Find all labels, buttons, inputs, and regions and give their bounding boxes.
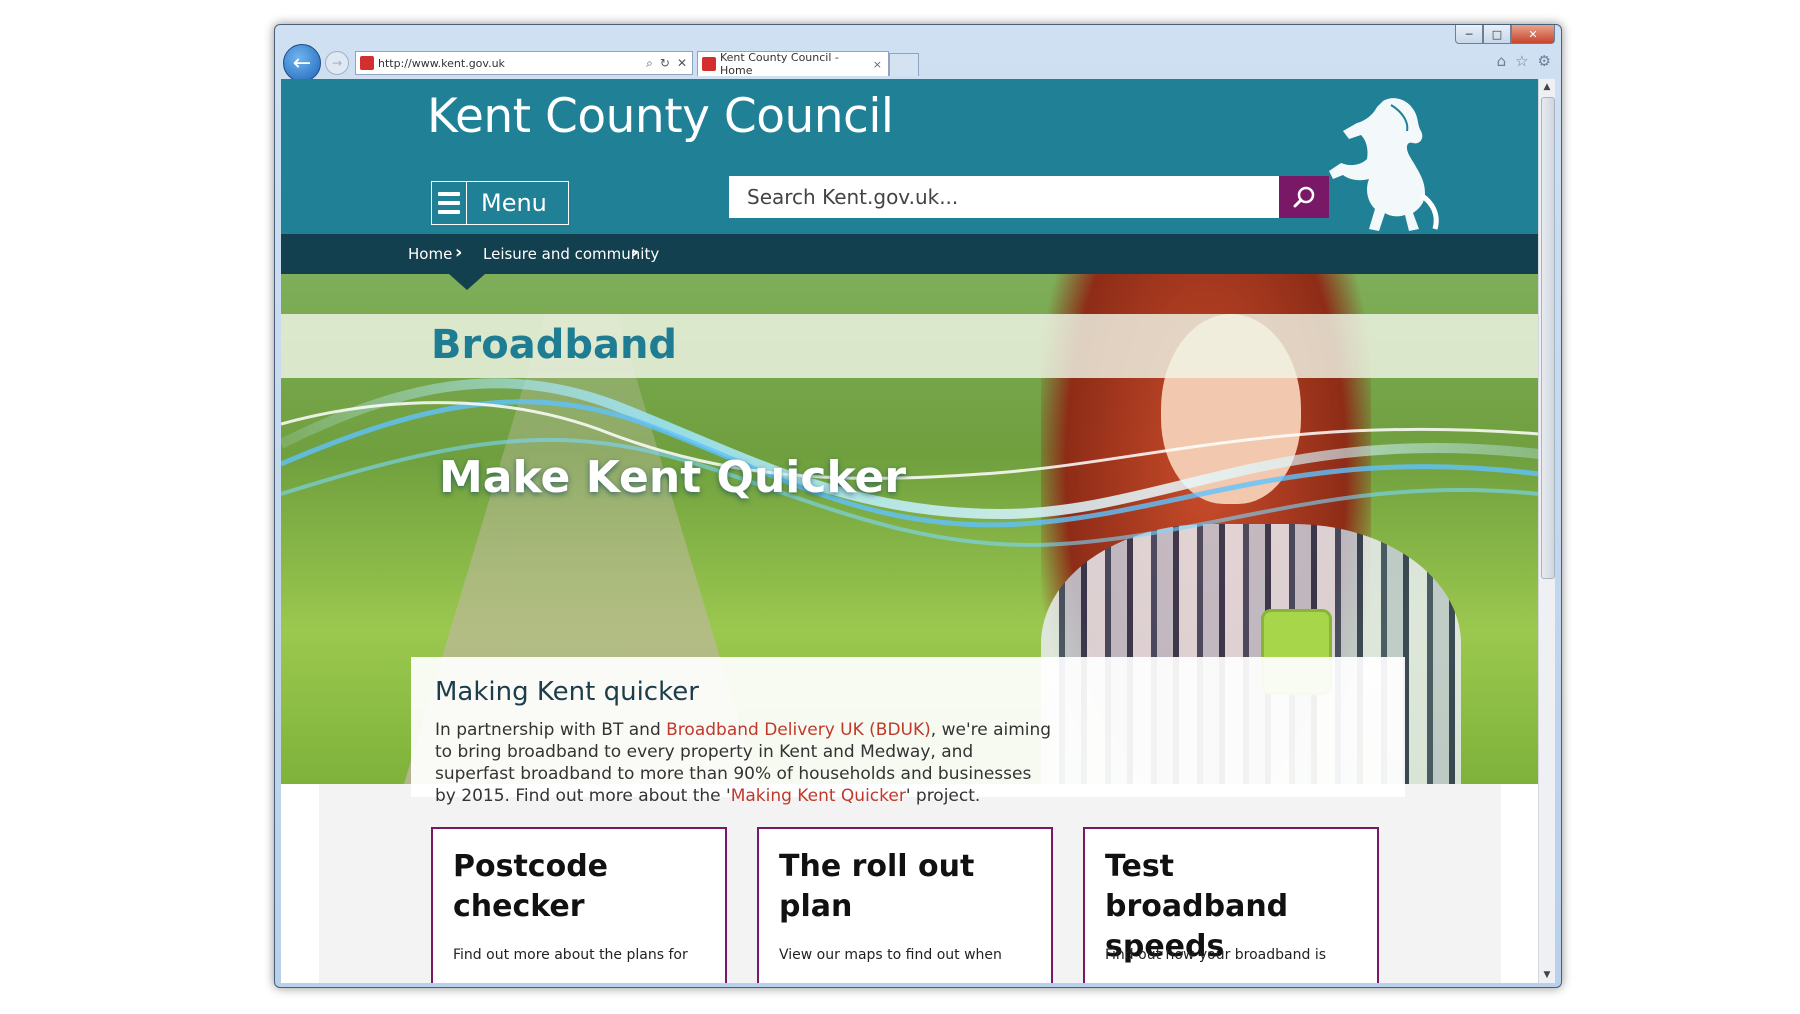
site-header: Kent County Council Menu: [281, 79, 1539, 234]
card-title: Test broadband speeds: [1105, 849, 1289, 964]
scroll-up-arrow-icon[interactable]: ▲: [1539, 79, 1555, 95]
favorites-star-icon[interactable]: ☆: [1515, 52, 1528, 70]
tab-title: Kent County Council - Home: [720, 51, 839, 77]
chevron-right-icon: ›: [455, 242, 463, 263]
card-description: View our maps to find out when: [779, 947, 1002, 963]
chevron-right-icon: ›: [631, 242, 639, 263]
intro-heading: Making Kent quicker: [435, 677, 699, 707]
back-arrow-icon: ←: [292, 50, 312, 76]
browser-toolbar-right: ⌂ ☆ ⚙: [1497, 52, 1551, 70]
card-row: Postcode checker Find out more about the…: [431, 827, 1379, 983]
vertical-scrollbar[interactable]: ▲ ▼: [1538, 79, 1555, 983]
settings-gear-icon[interactable]: ⚙: [1538, 52, 1551, 70]
card-description: Find out how your broadband is: [1105, 947, 1327, 963]
intro-text-1: In partnership with BT and: [435, 720, 667, 740]
breadcrumb-pointer: [449, 274, 485, 290]
bduk-link[interactable]: Broadband Delivery UK (BDUK): [666, 720, 931, 740]
breadcrumb: Home › Leisure and community ›: [281, 234, 1539, 274]
browser-window: ─ □ ✕ ← → http://www.kent.gov.uk ⌕ ↻ ✕ K…: [274, 24, 1562, 988]
site-title[interactable]: Kent County Council: [427, 89, 894, 144]
intro-text-3: ' project.: [905, 786, 981, 806]
address-bar[interactable]: http://www.kent.gov.uk ⌕ ↻ ✕: [355, 51, 693, 75]
search-icon[interactable]: ⌕: [646, 56, 653, 71]
hero-slogan: Make Kent Quicker: [439, 452, 907, 503]
site-search: [729, 176, 1329, 218]
minimize-button[interactable]: ─: [1455, 25, 1483, 44]
new-tab-button[interactable]: [889, 53, 919, 76]
menu-button[interactable]: Menu: [431, 181, 569, 225]
window-controls: ─ □ ✕: [1455, 25, 1555, 44]
card-postcode-checker[interactable]: Postcode checker Find out more about the…: [431, 827, 727, 983]
maximize-button[interactable]: □: [1483, 25, 1511, 44]
search-input[interactable]: [729, 184, 1279, 210]
intro-paragraph: In partnership with BT and Broadband Del…: [435, 719, 1055, 807]
card-title: The roll out plan: [779, 849, 975, 924]
kent-horse-logo: [1329, 98, 1439, 231]
card-test-speeds[interactable]: Test broadband speeds Find out how your …: [1083, 827, 1379, 983]
page-title: Broadband: [431, 322, 678, 368]
refresh-icon[interactable]: ↻: [660, 56, 670, 71]
stop-icon[interactable]: ✕: [677, 56, 687, 71]
site-favicon: [360, 56, 374, 70]
card-description: Find out more about the plans for: [453, 947, 688, 963]
address-url[interactable]: http://www.kent.gov.uk: [378, 57, 646, 70]
forward-arrow-icon: →: [331, 56, 343, 70]
intro-panel: Making Kent quicker In partnership with …: [411, 657, 1405, 806]
making-kent-quicker-link[interactable]: Making Kent Quicker: [731, 786, 906, 806]
search-icon: [1293, 186, 1315, 208]
forward-button[interactable]: →: [325, 51, 349, 75]
tab-favicon: [702, 57, 716, 71]
home-icon[interactable]: ⌂: [1497, 52, 1507, 70]
scroll-down-arrow-icon[interactable]: ▼: [1539, 967, 1555, 983]
breadcrumb-home[interactable]: Home: [408, 245, 452, 263]
menu-label: Menu: [481, 189, 547, 217]
page-viewport: Kent County Council Menu Search Kent.gov…: [281, 79, 1555, 983]
scrollbar-thumb[interactable]: [1541, 97, 1555, 579]
tab-close-icon[interactable]: ×: [873, 58, 882, 71]
browser-tab[interactable]: Kent County Council - Home ×: [697, 51, 889, 77]
card-roll-out-plan[interactable]: The roll out plan View our maps to find …: [757, 827, 1053, 983]
close-window-button[interactable]: ✕: [1511, 25, 1555, 44]
hamburger-icon: [432, 182, 467, 224]
back-button[interactable]: ←: [283, 44, 321, 82]
card-title: Postcode checker: [453, 849, 609, 924]
